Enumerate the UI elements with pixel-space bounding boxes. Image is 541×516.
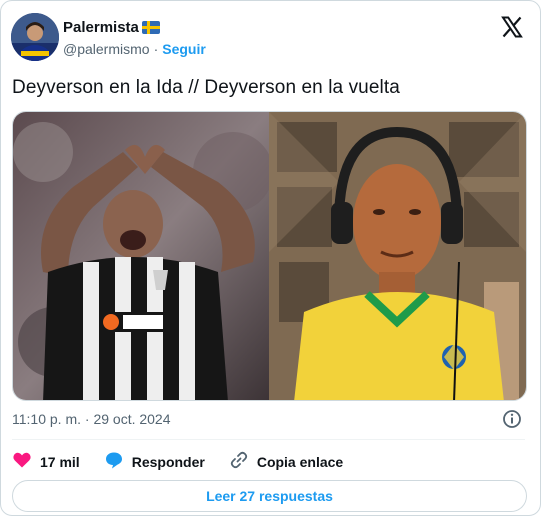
author-name-row: Palermista [63,19,160,36]
avatar[interactable] [11,13,59,61]
reply-label: Responder [131,453,205,470]
author-handle[interactable]: @palermismo [63,41,150,57]
info-icon[interactable] [502,409,522,429]
author-handle-row: @palermismo · Seguir [63,41,206,57]
tweet-media[interactable] [12,111,527,401]
tweet-card: Palermista @palermismo · Seguir Deyverson … [0,0,541,516]
action-bar: 17 mil Responder Copia enlace [12,450,367,473]
author-display-name[interactable]: Palermista [63,19,139,36]
separator-dot: · [153,41,159,57]
reply-button[interactable]: Responder [104,450,205,473]
follow-button[interactable]: Seguir [162,41,206,57]
link-icon [229,450,249,473]
like-count: 17 mil [40,453,80,470]
sweden-flag-icon [141,21,160,34]
like-button[interactable]: 17 mil [12,450,80,473]
copy-link-label: Copia enlace [256,453,344,470]
photo-old-man-headphones-brazil-shirt[interactable] [269,112,526,400]
x-logo-icon[interactable] [500,15,524,39]
divider [12,439,525,440]
reply-bubble-icon [104,450,124,473]
tweet-text: Deyverson en la Ida // Deyverson en la v… [12,77,400,98]
photo-player-heart-celebration[interactable] [13,112,273,400]
read-replies-button[interactable]: Leer 27 respuestas [12,480,527,512]
tweet-timestamp[interactable]: 11:10 p. m. · 29 oct. 2024 [12,411,171,427]
heart-icon [12,450,32,473]
copy-link-button[interactable]: Copia enlace [229,450,343,473]
